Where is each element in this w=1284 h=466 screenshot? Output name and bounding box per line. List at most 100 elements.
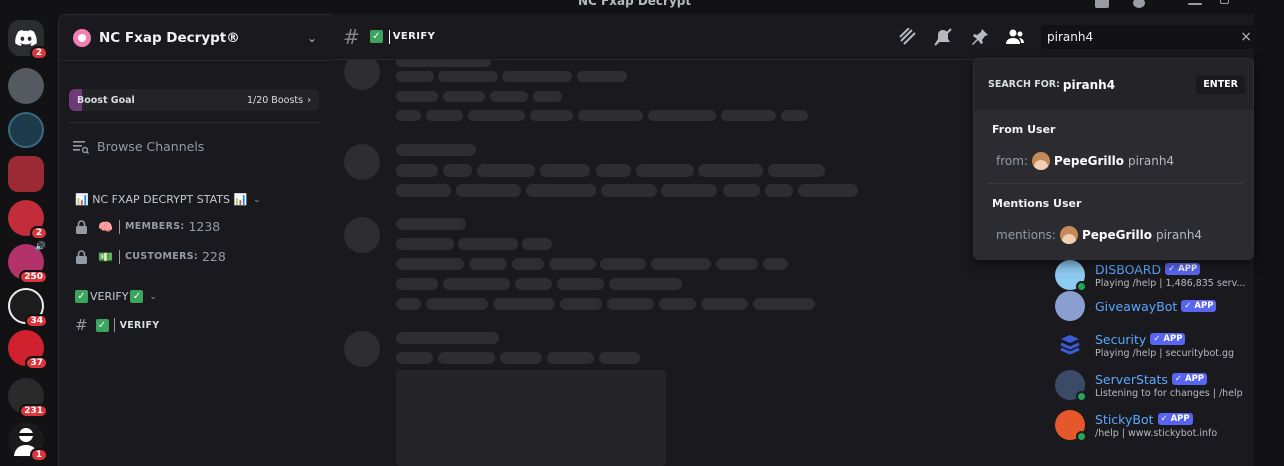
user-tag: piranh4 <box>1127 154 1175 168</box>
skeleton-line <box>443 164 472 177</box>
member-name: StickyBot <box>1095 411 1154 427</box>
skeleton-line <box>468 110 525 121</box>
chevron-down-icon: ⌄ <box>149 291 157 302</box>
skeleton-line <box>396 332 499 344</box>
search-input[interactable]: piranh4 × <box>1041 25 1258 49</box>
notification-badge: 2 <box>30 226 48 240</box>
skeleton-line <box>607 298 654 310</box>
server-icon-blue-orb[interactable] <box>8 112 44 148</box>
channel-customers[interactable]: 💵 CUSTOMERS: 228 <box>75 249 226 264</box>
member-serverstats[interactable]: ServerStats ✓ APP Listening to for change… <box>1055 370 1243 402</box>
skeleton-line <box>426 298 488 310</box>
server-icon-red-1[interactable] <box>8 156 44 192</box>
skeleton-line <box>469 258 507 270</box>
skeleton-line <box>396 298 421 310</box>
customers-count: 228 <box>201 249 226 264</box>
member-disboard[interactable]: DISBOARD ✓ APP Playing /help | 1,486,835 … <box>1055 260 1246 292</box>
skeleton-line <box>526 184 596 197</box>
online-status <box>1076 431 1087 442</box>
boost-goal-bar[interactable]: Boost Goal 1/20 Boosts › <box>69 89 319 111</box>
skeleton-line <box>698 164 763 177</box>
user-display-name: PepeGrillo <box>1081 228 1152 242</box>
chevron-right-icon: › <box>307 94 311 106</box>
channel-sidebar: NC Fxap Decrypt® ⌄ Boost Goal 1/20 Boost… <box>58 14 331 466</box>
skeleton-line <box>721 110 776 121</box>
server-header[interactable]: NC Fxap Decrypt® ⌄ <box>59 15 331 61</box>
skeleton-line <box>456 184 521 197</box>
skeleton-line <box>396 71 434 82</box>
notification-badge: 1 <box>30 448 48 462</box>
member-status: Listening to for changes | /help <box>1095 387 1243 399</box>
help-icon[interactable] <box>1133 0 1145 8</box>
channel-title: VERIFY <box>392 31 436 42</box>
server-name: NC Fxap Decrypt® <box>99 29 240 46</box>
skeleton-line <box>765 184 793 197</box>
skeleton-line <box>648 110 716 121</box>
member-security[interactable]: Security ✓ APP Playing /help | securitybo… <box>1055 330 1234 360</box>
minimize-icon[interactable] <box>1188 3 1202 5</box>
search-value: piranh4 <box>1047 30 1094 44</box>
check-icon: ✓ <box>130 290 144 303</box>
skeleton-line <box>601 184 657 197</box>
divider <box>988 183 1243 184</box>
search-for-label: SEARCH FOR: <box>988 79 1060 90</box>
pipe-separator <box>388 29 390 44</box>
channel-verify[interactable]: # ✓ VERIFY <box>75 316 163 334</box>
avatar <box>1055 260 1087 292</box>
home-button[interactable]: 2 <box>8 20 48 60</box>
security-shield-icon <box>1060 335 1080 355</box>
skeleton-line <box>396 218 466 230</box>
avatar <box>1059 226 1078 244</box>
money-emoji: 💵 <box>98 249 113 264</box>
threads-icon[interactable] <box>898 28 918 46</box>
member-giveawaybot[interactable]: GiveawayBot ✓ APP <box>1055 291 1217 321</box>
skeleton-line <box>443 278 510 290</box>
mentions-user-option[interactable]: mentions: PepeGrillo piranh4 <box>996 226 1202 244</box>
members-label: MEMBERS: <box>124 221 185 232</box>
skeleton-avatar <box>344 217 380 253</box>
avatar <box>1055 370 1087 402</box>
clear-search-icon[interactable]: × <box>1240 29 1252 45</box>
server-icon-red-2[interactable]: 2 <box>8 200 48 240</box>
server-icon-grey-logo[interactable]: 231 <box>8 378 48 418</box>
notification-badge: 34 <box>25 314 48 328</box>
inbox-icon[interactable] <box>1095 0 1109 8</box>
server-icon-pink[interactable]: 🔊 250 <box>8 242 48 284</box>
member-name: ServerStats <box>1095 371 1168 387</box>
pipe-separator <box>113 318 115 332</box>
skeleton-embed <box>396 370 666 466</box>
chevron-down-icon[interactable]: ⌄ <box>307 31 317 45</box>
pin-icon[interactable] <box>970 28 990 46</box>
skeleton-line <box>477 164 535 177</box>
browse-list-icon <box>73 140 89 154</box>
category-stats[interactable]: 📊 NC FXAP DECRYPT STATS 📊 ⌄ <box>75 193 261 206</box>
speaker-icon: 🔊 <box>34 242 46 252</box>
browse-channels[interactable]: Browse Channels <box>73 139 204 154</box>
avatar <box>1055 330 1085 360</box>
search-for-row[interactable]: SEARCH FOR: piranh4 ENTER <box>974 59 1253 110</box>
skeleton-line <box>396 258 464 270</box>
channel-members[interactable]: 🧠 MEMBERS: 1238 <box>75 219 220 234</box>
notification-muted-icon[interactable] <box>933 28 953 46</box>
pipe-separator <box>118 249 120 264</box>
member-list-icon[interactable] <box>1005 28 1025 46</box>
enter-key-hint: ENTER <box>1196 75 1245 94</box>
online-status <box>1076 391 1087 402</box>
skeleton-line <box>396 144 476 156</box>
server-icon-red-swirl[interactable]: 37 <box>8 330 48 370</box>
skeleton-avatar <box>344 331 380 367</box>
skeleton-line <box>716 258 758 270</box>
skeleton-line <box>659 298 696 310</box>
maximize-icon[interactable] <box>1220 0 1229 4</box>
member-status: Playing /help | 1,486,835 serv... <box>1095 277 1246 289</box>
server-icon-bunny[interactable]: 34 <box>8 288 48 328</box>
category-verify[interactable]: ✓ VERIFY ✓ ⌄ <box>75 290 157 303</box>
customers-label: CUSTOMERS: <box>124 251 198 262</box>
server-icon-skull[interactable] <box>8 68 44 104</box>
app-badge: ✓ APP <box>1181 300 1217 312</box>
server-icon-agent[interactable]: 1 <box>8 422 48 462</box>
skeleton-line <box>443 91 485 102</box>
member-stickybot[interactable]: StickyBot ✓ APP /help | www.stickybot.inf… <box>1055 410 1217 442</box>
from-user-option[interactable]: from: PepeGrillo piranh4 <box>996 152 1174 170</box>
window-edge <box>1254 14 1284 466</box>
